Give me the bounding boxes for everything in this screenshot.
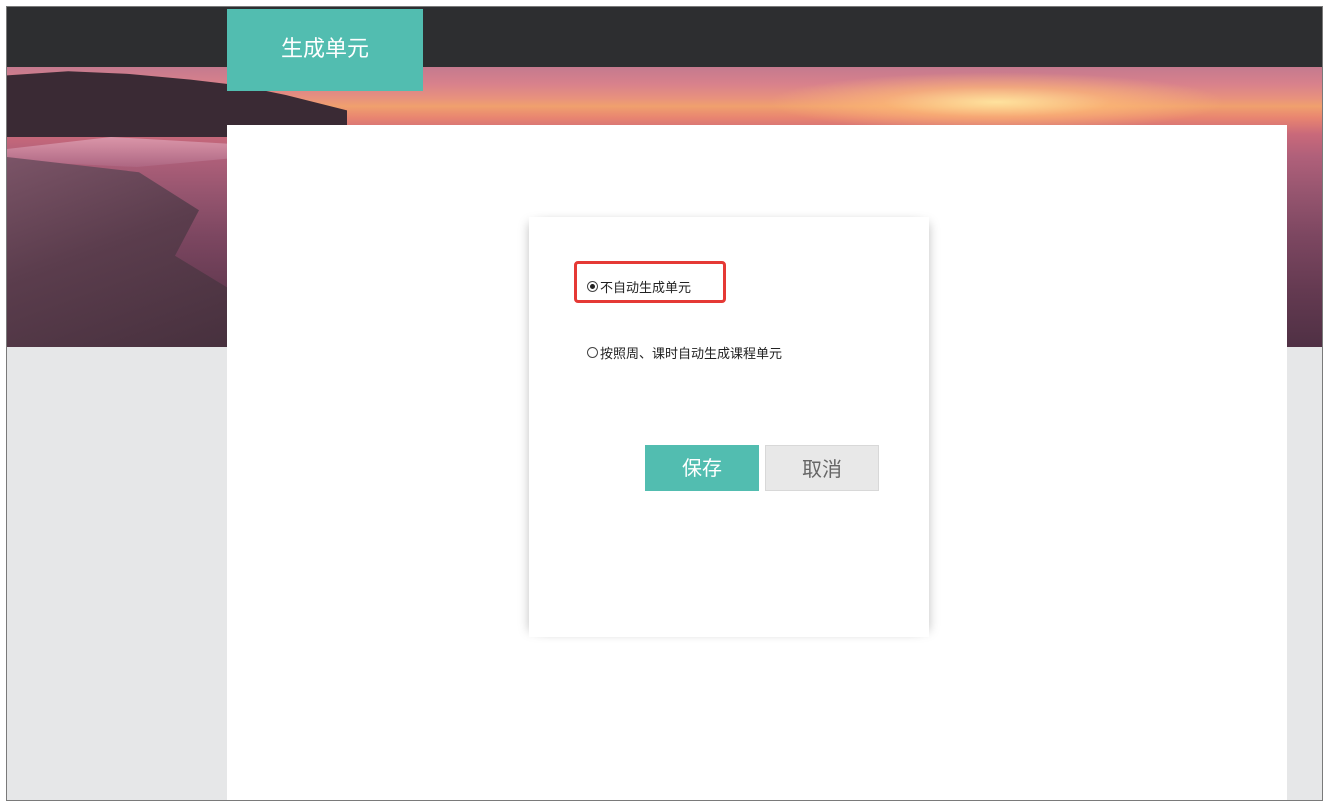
cancel-button[interactable]: 取消	[765, 445, 879, 491]
save-button[interactable]: 保存	[645, 445, 759, 491]
option-label: 按照周、课时自动生成课程单元	[600, 347, 783, 362]
radio-unselected-icon[interactable]	[587, 347, 598, 358]
option-no-auto-generate[interactable]: 不自动生成单元	[587, 277, 691, 296]
radio-selected-icon[interactable]	[587, 281, 598, 292]
option-label: 不自动生成单元	[600, 281, 692, 296]
top-bar	[7, 7, 1322, 67]
beach-shore	[7, 157, 247, 347]
generate-unit-dialog: 不自动生成单元 按照周、课时自动生成课程单元 保存 取消	[529, 217, 929, 637]
tab-generate-unit[interactable]: 生成单元	[227, 9, 423, 91]
option-auto-generate-by-week[interactable]: 按照周、课时自动生成课程单元	[587, 343, 782, 362]
app-window: 生成单元 不自动生成单元 按照周、课时自动生成课程单元 保存 取消	[6, 6, 1323, 801]
sunset-glow	[767, 72, 1227, 132]
content-panel: 不自动生成单元 按照周、课时自动生成课程单元 保存 取消	[227, 125, 1287, 800]
